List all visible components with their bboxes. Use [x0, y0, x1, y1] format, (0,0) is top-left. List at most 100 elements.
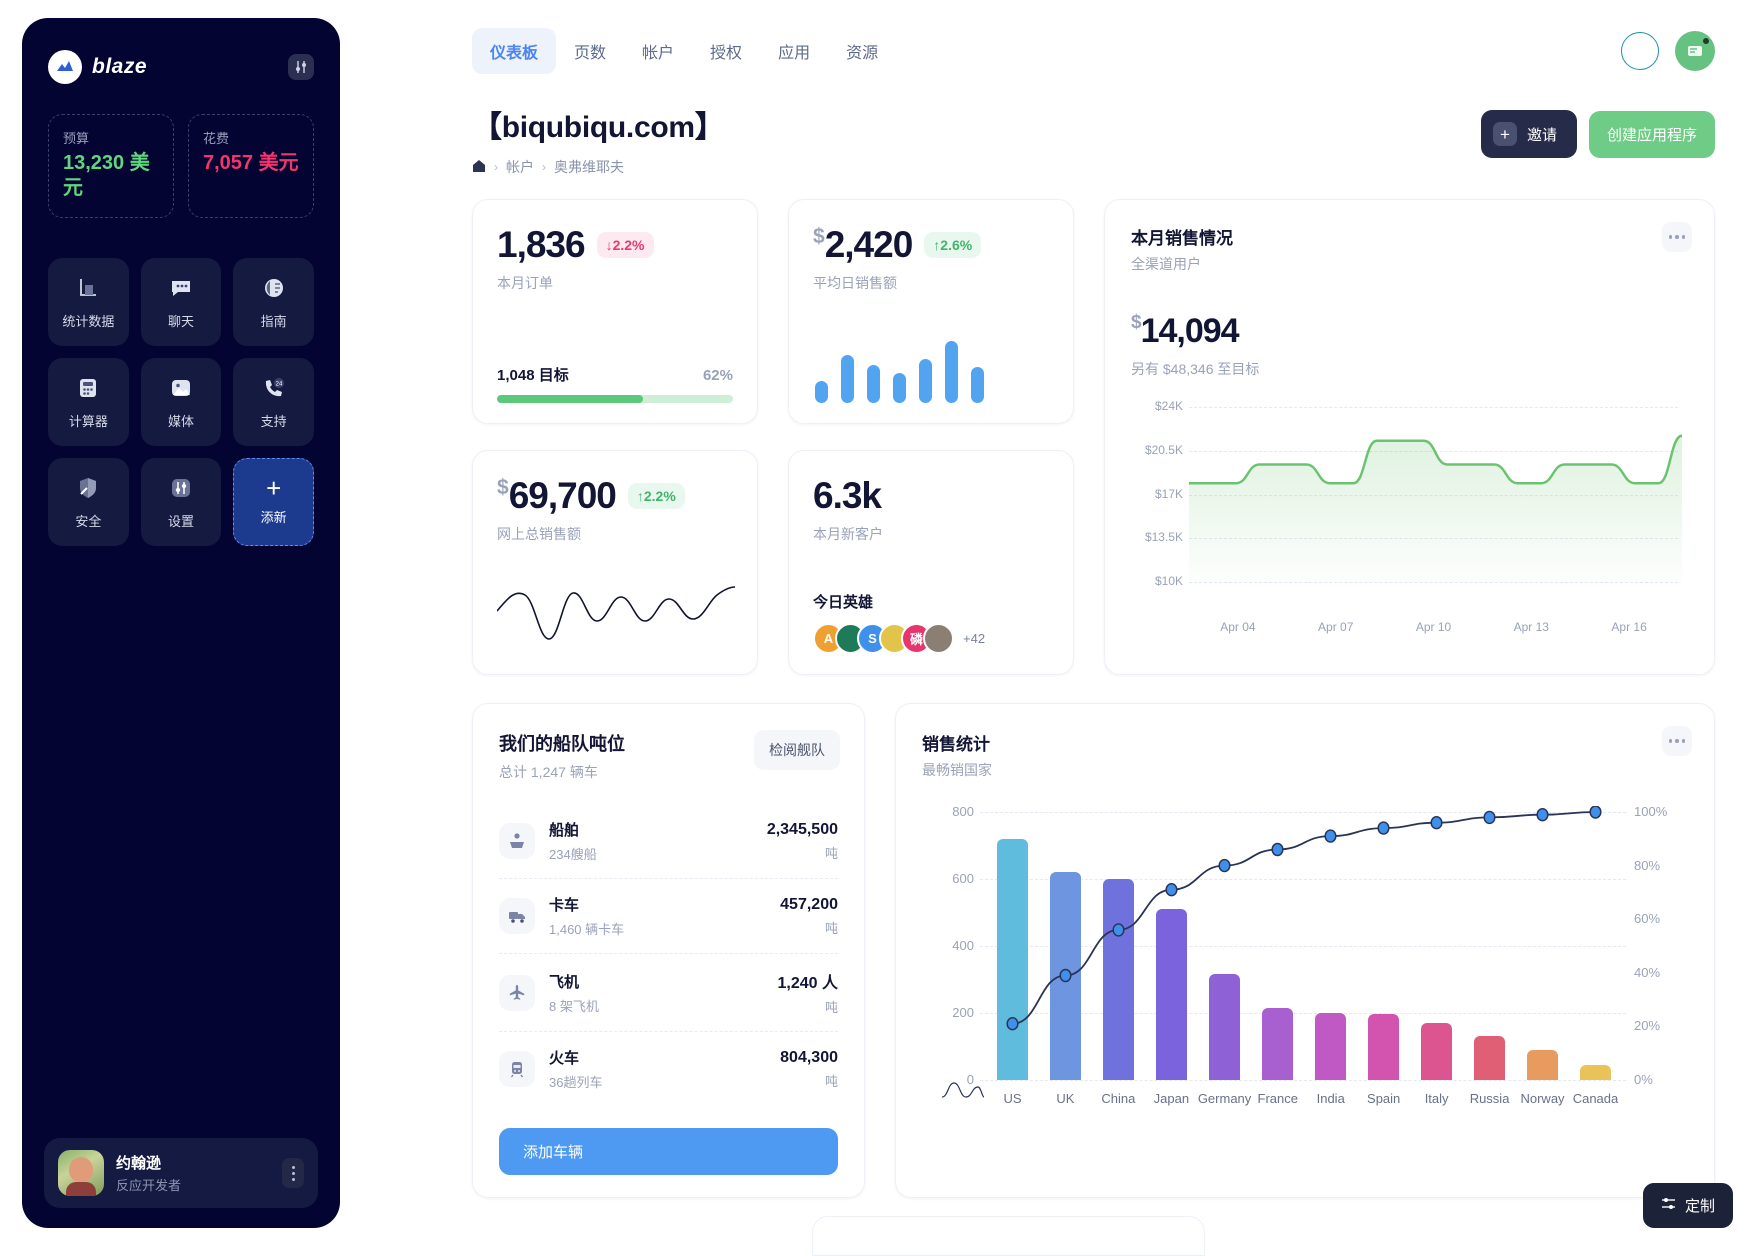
- svg-text:24: 24: [275, 382, 282, 388]
- list-item[interactable]: 飞机 8 架飞机 1,240 人 吨: [499, 953, 838, 1031]
- tab-authorize[interactable]: 授权: [692, 28, 760, 74]
- card-title: 本月销售情况: [1131, 229, 1233, 248]
- media-icon: [167, 375, 194, 402]
- tab-pages[interactable]: 页数: [556, 28, 624, 74]
- dots-menu-icon[interactable]: [1662, 222, 1692, 252]
- truck-icon: [499, 898, 535, 934]
- heroes-label: 今日英雄: [813, 594, 874, 611]
- axis-tick-label: 600: [952, 871, 974, 886]
- circle-icon[interactable]: [1621, 32, 1659, 70]
- gridline: [980, 1080, 1626, 1081]
- axis-tick-label: $10K: [1154, 574, 1183, 588]
- user-profile[interactable]: 约翰逊 反应开发者: [44, 1138, 318, 1208]
- budget-card: 预算 13,230 美元: [48, 114, 174, 218]
- app-label: 添新: [260, 510, 287, 525]
- goal-label: 1,048 目标: [497, 367, 569, 384]
- sliders-icon[interactable]: [288, 54, 314, 80]
- breadcrumb: › 帐户 › 奥弗维耶夫: [472, 157, 724, 177]
- list-item[interactable]: 船舶 234艘船 2,345,500 吨: [499, 804, 838, 878]
- list-item[interactable]: 卡车 1,460 辆卡车 457,200 吨: [499, 878, 838, 953]
- tab-dashboard[interactable]: 仪表板: [472, 28, 557, 74]
- axis-tick-label: $17K: [1154, 486, 1183, 501]
- axis-tick-label: Italy: [1424, 1091, 1449, 1106]
- invite-button[interactable]: + 邀请: [1480, 110, 1577, 158]
- customize-button[interactable]: 定制: [1642, 1183, 1733, 1228]
- support-24-icon: 24: [260, 375, 287, 402]
- axis-tick-label-right: 60%: [1634, 911, 1661, 927]
- create-app-button[interactable]: 创建应用程序: [1588, 110, 1715, 158]
- sales-amount: $14,094: [1131, 312, 1688, 351]
- currency-symbol: $: [813, 225, 825, 248]
- review-fleet-button[interactable]: 检阅舰队: [754, 730, 840, 770]
- app-grid: 统计数据 聊天 指南 计算器 媒体 24 支持 安全 设置 + 添新: [22, 218, 340, 546]
- axis-tick-label: UK: [1056, 1091, 1075, 1106]
- app-tile-calculator[interactable]: 计算器: [48, 358, 129, 446]
- card-subtitle: 全渠道用户: [1131, 256, 1201, 272]
- kpi-value: $2,420: [813, 225, 913, 263]
- axis-tick-label: $20.5K: [1144, 442, 1183, 457]
- sales-number: 14,094: [1140, 312, 1240, 350]
- tab-accounts[interactable]: 帐户: [624, 28, 692, 74]
- breadcrumb-item-account[interactable]: 帐户: [506, 157, 534, 177]
- axis-tick-label-right: 0%: [1634, 1072, 1653, 1087]
- dots-menu-icon[interactable]: [1662, 726, 1692, 756]
- invite-label: 邀请: [1526, 126, 1557, 144]
- app-tile-add-new[interactable]: + 添新: [233, 458, 314, 546]
- axis-tick-label: 200: [952, 1005, 974, 1020]
- currency-symbol: $: [1131, 312, 1142, 333]
- add-vehicle-button[interactable]: 添加车辆: [499, 1128, 838, 1175]
- breadcrumb-item-current[interactable]: 奥弗维耶夫: [554, 157, 624, 177]
- minibar: [867, 365, 880, 403]
- kebab-menu-icon[interactable]: [282, 1158, 304, 1188]
- kpi-delta-badge: ↑2.2%: [627, 482, 685, 509]
- axis-tick-label: Apr 16: [1611, 620, 1647, 634]
- hero-avatars[interactable]: A S 磷 +42: [813, 623, 1049, 654]
- item-meta: 36趟列车: [549, 1075, 603, 1090]
- stats-icon: [75, 275, 102, 302]
- item-meta: 1,460 辆卡车: [549, 922, 625, 937]
- plus-icon: +: [1492, 122, 1517, 146]
- axis-tick-label: Norway: [1520, 1091, 1565, 1106]
- item-unit: 吨: [824, 920, 838, 936]
- shield-icon: [75, 475, 102, 502]
- app-label: 安全: [75, 513, 102, 529]
- app-tile-support[interactable]: 24 支持: [233, 358, 314, 446]
- app-label: 统计数据: [62, 313, 115, 329]
- item-value: 2,345,500: [766, 820, 838, 838]
- progress-bar: [497, 395, 733, 403]
- app-tile-chat[interactable]: 聊天: [140, 258, 222, 346]
- axis-tick-label: 800: [952, 804, 974, 819]
- item-value: 804,300: [780, 1048, 838, 1066]
- app-tile-guide[interactable]: 指南: [233, 258, 314, 346]
- app-tile-security[interactable]: 安全: [48, 458, 129, 546]
- calculator-icon: [75, 375, 102, 402]
- app-label: 媒体: [167, 413, 194, 429]
- app-label: 设置: [167, 513, 194, 529]
- kpi-card-online-sales: $69,700 ↑2.2% 网上总销售额: [472, 450, 758, 675]
- budget-value: 13,230 美元: [63, 152, 150, 199]
- sparkline-icon[interactable]: [940, 1077, 985, 1104]
- axis-tick-label: Japan: [1153, 1091, 1190, 1106]
- item-meta: 234艘船: [549, 847, 597, 862]
- fleet-list: 船舶 234艘船 2,345,500 吨 卡车 1,460 辆卡车 457,20…: [499, 804, 838, 1106]
- tab-resources[interactable]: 资源: [828, 28, 896, 74]
- tab-apps[interactable]: 应用: [760, 28, 828, 74]
- item-name: 飞机: [549, 973, 580, 991]
- kpi-card-daily-sales: $2,420 ↑2.6% 平均日销售额: [788, 199, 1074, 424]
- item-value: 1,240 人: [777, 975, 839, 992]
- item-unit: 吨: [824, 845, 838, 861]
- axis-tick-label: China: [1101, 1091, 1136, 1106]
- app-label: 支持: [260, 413, 287, 429]
- app-tile-settings[interactable]: 设置: [140, 458, 222, 546]
- user-badge-icon[interactable]: [1675, 31, 1715, 71]
- sales-note: 另有 $48,346 至目标: [1131, 361, 1260, 377]
- guide-icon: [260, 275, 287, 302]
- app-tile-media[interactable]: 媒体: [140, 358, 222, 446]
- app-tile-stats[interactable]: 统计数据: [48, 258, 129, 346]
- home-icon[interactable]: [472, 159, 486, 176]
- avatar[interactable]: [923, 623, 954, 654]
- train-icon: [499, 1051, 535, 1087]
- plus-icon: +: [266, 473, 282, 503]
- axis-tick-label: India: [1316, 1091, 1345, 1106]
- list-item[interactable]: 火车 36趟列车 804,300 吨: [499, 1031, 838, 1106]
